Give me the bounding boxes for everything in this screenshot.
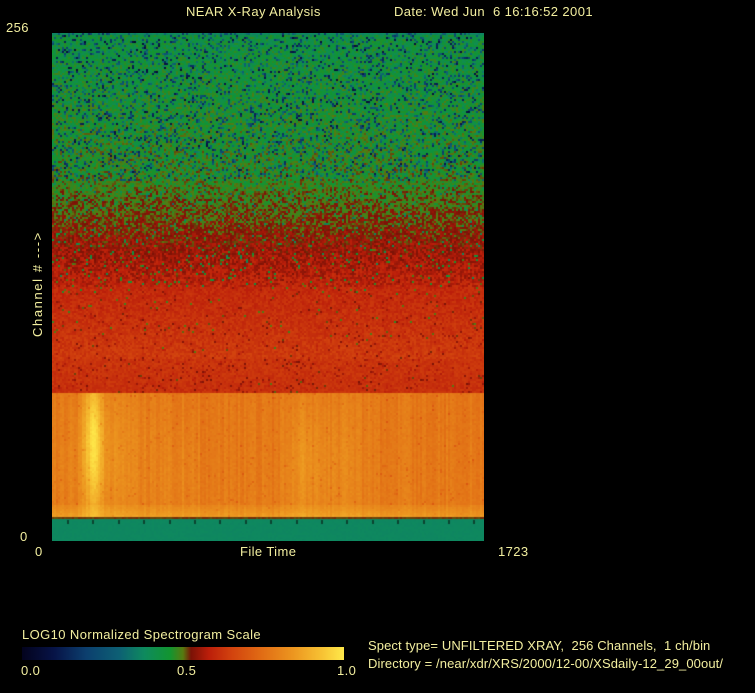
x-axis-max-label: 1723 xyxy=(498,544,529,559)
spect-type-line: Spect type= UNFILTERED XRAY, 256 Channel… xyxy=(368,638,711,653)
y-axis-max-label: 256 xyxy=(6,20,29,35)
near-xray-analysis-window: NEAR X-Ray Analysis Date: Wed Jun 6 16:1… xyxy=(0,0,755,693)
colorbar-gradient xyxy=(22,647,344,660)
page-title: NEAR X-Ray Analysis xyxy=(186,4,321,19)
directory-line: Directory = /near/xdr/XRS/2000/12-00/XSd… xyxy=(368,656,724,671)
y-axis-title: Channel # ---> xyxy=(30,231,45,337)
y-axis-min-label: 0 xyxy=(20,529,28,544)
x-axis-title: File Time xyxy=(240,544,297,559)
spectrogram-canvas xyxy=(52,33,484,541)
date-label: Date: Wed Jun 6 16:16:52 2001 xyxy=(394,4,593,19)
colorbar-title: LOG10 Normalized Spectrogram Scale xyxy=(22,627,262,642)
x-axis-min-label: 0 xyxy=(35,544,43,559)
colorbar-tick-min: 0.0 xyxy=(21,663,41,678)
colorbar-tick-mid: 0.5 xyxy=(177,663,197,678)
colorbar-tick-max: 1.0 xyxy=(337,663,357,678)
